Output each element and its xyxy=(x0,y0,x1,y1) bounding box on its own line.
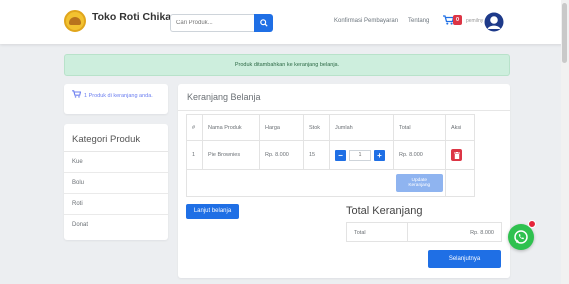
continue-shopping-button[interactable]: Lanjut belanja xyxy=(186,204,239,219)
product-stock: 15 xyxy=(303,140,330,170)
column-header: Stok xyxy=(303,114,330,141)
delete-item-button[interactable] xyxy=(451,149,462,161)
update-row: Update Keranjang xyxy=(186,169,475,197)
increase-quantity-button[interactable]: + xyxy=(374,149,385,161)
category-item-kue[interactable]: Kue xyxy=(64,152,168,173)
table-row: 1 Pie Brownies Rp. 8.000 15 − 1 + Rp. 8.… xyxy=(186,140,475,170)
row-actions xyxy=(445,140,475,170)
column-header: Harga xyxy=(259,114,304,141)
checkout-next-button[interactable]: Selanjutnya xyxy=(428,250,501,268)
scrollbar-thumb[interactable] xyxy=(562,3,567,63)
table-header-row: # Nama Produk Harga Stok Jumlah Total Ak… xyxy=(186,114,475,141)
brand-name[interactable]: Toko Roti Chika xyxy=(92,11,171,23)
column-header: Nama Produk xyxy=(202,114,260,141)
total-label: Total xyxy=(354,230,366,236)
category-item-roti[interactable]: Roti xyxy=(64,194,168,215)
column-header: Aksi xyxy=(445,114,475,141)
column-header: # xyxy=(186,114,203,141)
search-icon xyxy=(259,19,268,27)
search-input[interactable] xyxy=(170,14,254,32)
navbar: Toko Roti Chika Konfirmasi Pembayaran Te… xyxy=(0,0,569,44)
cart-table: # Nama Produk Harga Stok Jumlah Total Ak… xyxy=(186,114,475,197)
category-item-donat[interactable]: Donat xyxy=(64,215,168,236)
category-title: Kategori Produk xyxy=(64,124,168,152)
user-avatar-icon[interactable] xyxy=(484,12,504,32)
column-header: Jumlah xyxy=(329,114,394,141)
row-number: 1 xyxy=(186,140,203,170)
product-name: Pie Brownies xyxy=(202,140,260,170)
whatsapp-notification-dot xyxy=(528,220,536,228)
username[interactable]: pemilny xyxy=(466,18,483,24)
success-alert: Produk ditambahkan ke keranjang belanja. xyxy=(64,54,510,76)
quantity-input[interactable]: 1 xyxy=(349,149,371,161)
row-total: Rp. 8.000 xyxy=(393,140,446,170)
brand-logo[interactable] xyxy=(64,10,86,32)
cart-count-badge: 0 xyxy=(453,15,462,25)
whatsapp-icon xyxy=(514,230,528,244)
product-price: Rp. 8.000 xyxy=(259,140,304,170)
cart-total-table: Total Rp. 8.000 xyxy=(346,222,502,242)
cart-summary[interactable]: 1 Produk di keranjang anda. xyxy=(64,84,168,114)
trash-icon xyxy=(453,151,460,159)
quantity-stepper: − 1 + xyxy=(329,140,394,170)
cart-total-title: Total Keranjang xyxy=(346,205,423,217)
cart-icon xyxy=(72,90,81,98)
nav-link-payment-confirmation[interactable]: Konfirmasi Pembayaran xyxy=(334,18,398,24)
category-panel: Kategori Produk Kue Bolu Roti Donat xyxy=(64,124,168,240)
column-header: Total xyxy=(393,114,446,141)
total-value: Rp. 8.000 xyxy=(470,230,494,236)
search-button[interactable] xyxy=(254,14,273,32)
cart-panel: Keranjang Belanja # Nama Produk Harga St… xyxy=(178,84,510,278)
nav-link-about[interactable]: Tentang xyxy=(408,18,429,24)
category-item-bolu[interactable]: Bolu xyxy=(64,173,168,194)
page-title: Keranjang Belanja xyxy=(187,92,261,102)
update-cart-button[interactable]: Update Keranjang xyxy=(395,174,443,192)
cart-summary-text: 1 Produk di keranjang anda. xyxy=(84,93,153,99)
decrease-quantity-button[interactable]: − xyxy=(335,149,346,161)
